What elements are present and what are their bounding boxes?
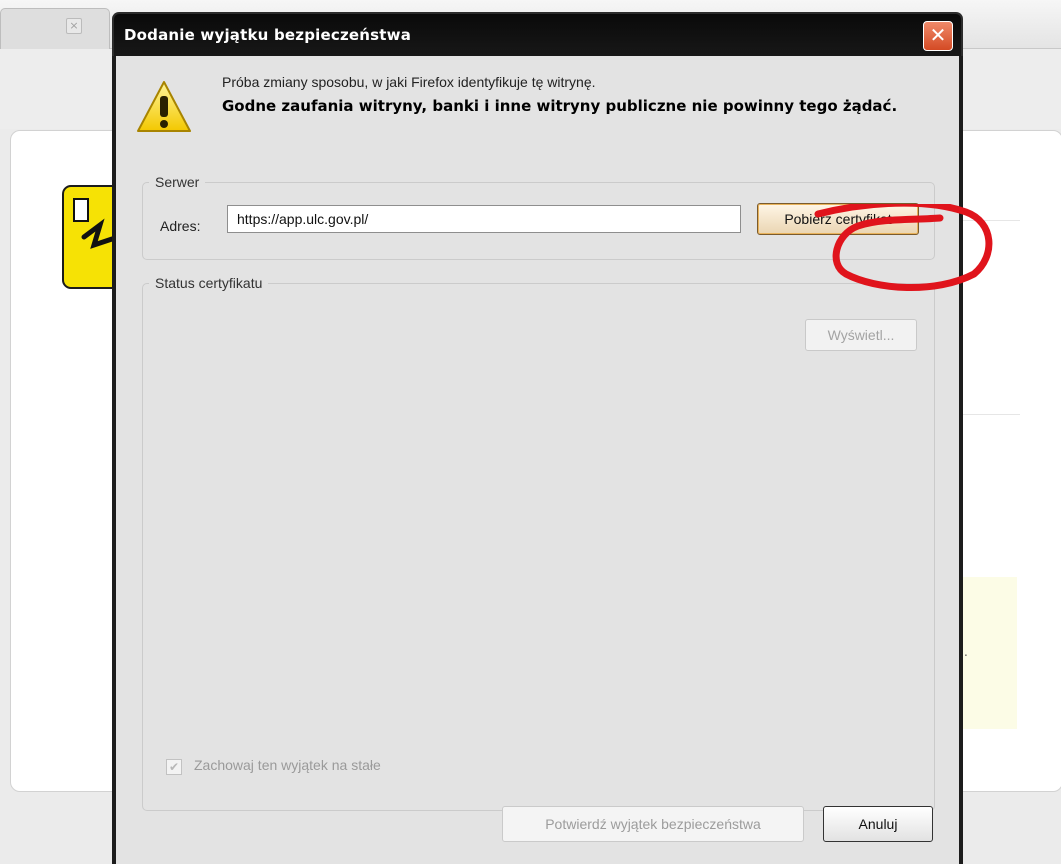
close-icon[interactable]: ✕ [923, 21, 953, 51]
page-divider [960, 414, 1020, 415]
server-legend: Serwer [155, 174, 200, 190]
address-label: Adres: [160, 218, 201, 234]
dialog-body: Próba zmiany sposobu, w jaki Firefox ide… [112, 56, 993, 864]
view-certificate-button[interactable]: Wyświetl... [805, 319, 917, 351]
dialog-titlebar[interactable]: Dodanie wyjątku bezpieczeństwa ✕ [112, 12, 963, 58]
permanent-exception-label: Zachowaj ten wyjątek na stałe [194, 757, 381, 773]
address-input[interactable] [227, 205, 741, 233]
intro-text: Próba zmiany sposobu, w jaki Firefox ide… [222, 74, 596, 90]
check-icon: ✔ [168, 760, 180, 774]
certificate-status-legend: Status certyfikatu [155, 275, 263, 291]
browser-tab[interactable]: × [0, 8, 110, 49]
get-certificate-button[interactable]: Pobierz certyfikat [757, 203, 919, 235]
intro-text-block: Próba zmiany sposobu, w jaki Firefox ide… [222, 74, 922, 115]
cancel-button[interactable]: Anuluj [823, 806, 933, 842]
page-divider [960, 220, 1020, 221]
dialog-title: Dodanie wyjątku bezpieczeństwa [124, 26, 412, 44]
certificate-status-group: Status certyfikatu [142, 275, 935, 811]
tab-close-icon[interactable]: × [66, 18, 82, 34]
warning-triangle-icon [137, 81, 191, 132]
security-exception-dialog: Dodanie wyjątku bezpieczeństwa ✕ Próba z… [112, 12, 993, 864]
warning-text: Godne zaufania witryny, banki i inne wit… [222, 97, 898, 115]
permanent-exception-checkbox[interactable]: ✔ [166, 759, 182, 775]
page-text-fragment: . [964, 645, 968, 659]
confirm-exception-button[interactable]: Potwierdź wyjątek bezpieczeństwa [502, 806, 804, 842]
